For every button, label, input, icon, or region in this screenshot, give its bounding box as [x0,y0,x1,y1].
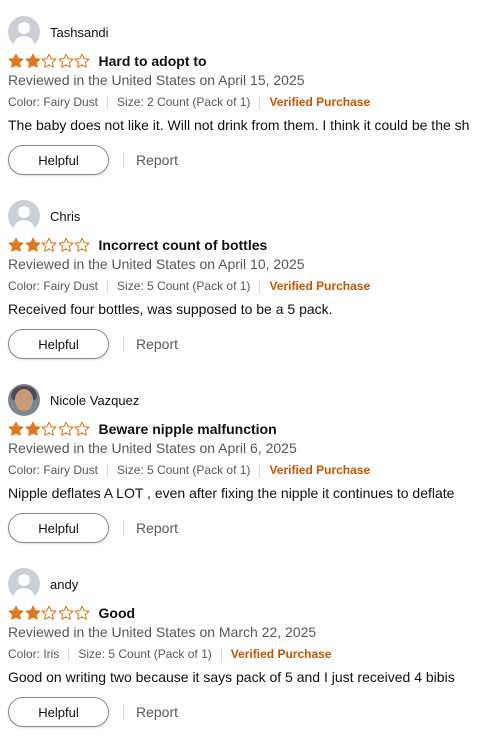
verified-purchase-badge: Verified Purchase [269,463,371,477]
review-date: Reviewed in the United States on March 2… [8,624,317,640]
profile-photo-avatar [8,384,40,416]
verified-purchase-badge: Verified Purchase [269,95,371,109]
star-empty-icon [41,605,57,621]
star-rating[interactable] [8,421,91,437]
star-filled-icon [25,605,41,621]
review-header: andy [8,568,78,600]
review-format: Color: Iris Size: 5 Count (Pack of 1) Ve… [8,647,331,661]
star-filled-icon [8,237,24,253]
star-filled-icon [25,53,41,69]
review-title-row: Beware nipple malfunction [8,419,277,439]
default-avatar-icon [8,16,40,48]
divider [259,279,261,293]
review-header: Nicole Vazquez [8,384,139,416]
review-title-row: Hard to adopt to [8,51,207,71]
star-empty-icon [41,53,57,69]
star-empty-icon [74,53,90,69]
review-date: Reviewed in the United States on April 1… [8,72,305,88]
divider [123,705,124,719]
divider [123,337,124,351]
divider [259,463,261,477]
reviewer-name[interactable]: Tashsandi [50,25,109,40]
divider [123,521,124,535]
divider [220,647,222,661]
star-rating[interactable] [8,237,91,253]
star-filled-icon [8,53,24,69]
star-empty-icon [74,237,90,253]
review-date: Reviewed in the United States on April 6… [8,440,297,456]
star-empty-icon [58,421,74,437]
review-title[interactable]: Beware nipple malfunction [99,421,277,437]
review-date: Reviewed in the United States on April 1… [8,256,305,272]
divider [107,95,109,109]
variant-color[interactable]: Color: Fairy Dust [8,463,98,477]
variant-size[interactable]: Size: 5 Count (Pack of 1) [78,647,211,661]
review-body: Nipple deflates A LOT , even after fixin… [8,485,455,501]
star-rating[interactable] [8,53,91,69]
variant-color[interactable]: Color: Fairy Dust [8,279,98,293]
report-link[interactable]: Report [136,520,178,536]
variant-color[interactable]: Color: Iris [8,647,59,661]
review-body: Good on writing two because it says pack… [8,669,455,685]
star-empty-icon [58,53,74,69]
review-card: Chris Incorrect count of bottles Reviewe… [8,200,484,384]
star-rating[interactable] [8,605,91,621]
reviewer-name[interactable]: Nicole Vazquez [50,393,139,408]
helpful-button[interactable]: Helpful [8,697,109,727]
review-actions: Helpful Report [8,696,178,728]
helpful-button[interactable]: Helpful [8,513,109,543]
report-link[interactable]: Report [136,704,178,720]
divider [107,463,109,477]
star-filled-icon [25,237,41,253]
report-link[interactable]: Report [136,336,178,352]
star-empty-icon [74,421,90,437]
review-header: Chris [8,200,80,232]
star-empty-icon [41,421,57,437]
default-avatar-icon [8,200,40,232]
star-empty-icon [58,237,74,253]
divider [259,95,261,109]
review-title[interactable]: Hard to adopt to [99,53,207,69]
variant-size[interactable]: Size: 5 Count (Pack of 1) [117,279,250,293]
review-body: The baby does not like it. Will not drin… [8,117,470,133]
review-format: Color: Fairy Dust Size: 2 Count (Pack of… [8,95,370,109]
verified-purchase-badge: Verified Purchase [269,279,371,293]
review-actions: Helpful Report [8,512,178,544]
report-link[interactable]: Report [136,152,178,168]
review-header: Tashsandi [8,16,109,48]
variant-size[interactable]: Size: 2 Count (Pack of 1) [117,95,250,109]
star-filled-icon [25,421,41,437]
review-card: andy Good Reviewed in the United States … [8,568,484,752]
star-empty-icon [58,605,74,621]
variant-color[interactable]: Color: Fairy Dust [8,95,98,109]
divider [68,647,70,661]
helpful-button[interactable]: Helpful [8,145,109,175]
reviewer-name[interactable]: andy [50,577,78,592]
review-title[interactable]: Good [99,605,136,621]
review-format: Color: Fairy Dust Size: 5 Count (Pack of… [8,463,370,477]
review-title[interactable]: Incorrect count of bottles [99,237,268,253]
star-empty-icon [41,237,57,253]
review-actions: Helpful Report [8,328,178,360]
divider [123,153,124,167]
review-title-row: Good [8,603,135,623]
default-avatar-icon [8,568,40,600]
divider [107,279,109,293]
review-title-row: Incorrect count of bottles [8,235,267,255]
star-filled-icon [8,421,24,437]
star-empty-icon [74,605,90,621]
review-actions: Helpful Report [8,144,178,176]
reviewer-name[interactable]: Chris [50,209,80,224]
helpful-button[interactable]: Helpful [8,329,109,359]
review-card: Tashsandi Hard to adopt to Reviewed in t… [8,16,484,200]
review-card: Nicole Vazquez Beware nipple malfunction… [8,384,484,568]
review-body: Received four bottles, was supposed to b… [8,301,333,317]
variant-size[interactable]: Size: 5 Count (Pack of 1) [117,463,250,477]
review-format: Color: Fairy Dust Size: 5 Count (Pack of… [8,279,370,293]
verified-purchase-badge: Verified Purchase [230,647,332,661]
star-filled-icon [8,605,24,621]
